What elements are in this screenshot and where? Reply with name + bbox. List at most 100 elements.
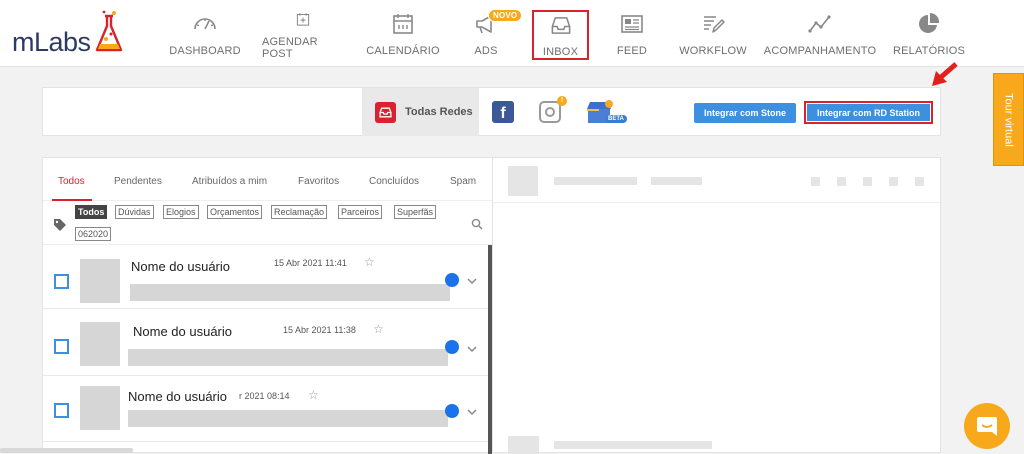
pie-chart-icon xyxy=(919,12,940,33)
skeleton-line xyxy=(554,177,637,185)
tab-favoritos[interactable]: Favoritos xyxy=(298,176,339,187)
user-name: Nome do usuário xyxy=(128,389,227,404)
inbox-tray-icon xyxy=(551,17,570,34)
all-networks-tab[interactable]: Todas Redes xyxy=(362,88,479,136)
tab-concluidos[interactable]: Concluídos xyxy=(369,176,419,187)
star-icon[interactable]: ☆ xyxy=(373,322,384,336)
tab-atribuidos[interactable]: Atribuídos a mim xyxy=(192,176,267,187)
chevron-down-icon[interactable] xyxy=(467,344,477,354)
tag-todos[interactable]: Todos xyxy=(75,205,108,219)
chat-bubble-icon xyxy=(977,417,997,436)
social-networks-bar: Todas Redes f ! BETA Integrar com Stone … xyxy=(42,87,941,136)
tag-filters: Todos Dúvidas Elogios Orçamentos Reclama… xyxy=(53,204,483,244)
select-checkbox[interactable] xyxy=(54,403,69,418)
mlabs-logo[interactable]: mLabs xyxy=(12,10,126,56)
message-date: r 2021 08:14 xyxy=(239,391,290,401)
tour-label: Tour virtual xyxy=(1002,92,1015,147)
star-icon[interactable]: ☆ xyxy=(364,255,375,269)
instagram-alert-badge: ! xyxy=(557,96,567,106)
user-name: Nome do usuário xyxy=(131,259,230,274)
nav-dashboard[interactable]: DASHBOARD xyxy=(169,8,241,60)
tab-pendentes[interactable]: Pendentes xyxy=(114,176,162,187)
tab-todos[interactable]: Todos xyxy=(58,176,85,187)
skeleton-avatar xyxy=(508,436,539,454)
avatar xyxy=(80,322,120,366)
chevron-down-icon[interactable] xyxy=(467,276,477,286)
calendar-plus-icon xyxy=(296,13,310,26)
nav-workflow[interactable]: WORKFLOW xyxy=(679,8,747,60)
nav-label: DASHBOARD xyxy=(169,45,241,57)
unread-dot xyxy=(445,273,459,287)
chevron-down-icon[interactable] xyxy=(467,407,477,417)
nav-calendario[interactable]: CALENDÁRIO xyxy=(366,8,440,60)
nav-agendar-post[interactable]: AGENDAR POST xyxy=(262,8,344,60)
nav-ads[interactable]: NOVO ADS xyxy=(468,8,523,60)
all-networks-label: Todas Redes xyxy=(405,106,473,118)
tag-superfas[interactable]: Superfãs xyxy=(394,205,437,219)
new-badge: NOVO xyxy=(488,9,523,22)
tag-duvidas[interactable]: Dúvidas xyxy=(115,205,154,219)
google-my-business-icon[interactable] xyxy=(585,98,615,128)
tag-icon xyxy=(54,219,66,231)
flask-logo-icon xyxy=(95,10,122,52)
message-preview xyxy=(130,284,450,301)
line-chart-icon xyxy=(808,15,831,33)
active-tab-indicator xyxy=(52,199,92,201)
nav-label: FEED xyxy=(616,45,648,57)
tag-reclamacao[interactable]: Reclamação xyxy=(271,205,328,219)
conversation-list-panel: Todos Pendentes Atribuídos a mim Favorit… xyxy=(42,157,493,454)
skeleton-line xyxy=(651,177,702,185)
inbox-tray-icon xyxy=(375,101,396,123)
conversation-item[interactable]: Nome do usuário 15 Abr 2021 11:38 ☆ xyxy=(43,312,488,376)
conversation-item[interactable]: Nome do usuário 15 Abr 2021 11:41 ☆ xyxy=(43,245,488,309)
top-navigation-bar: mLabs DASHBOARD AGENDAR POST CALENDÁRIO … xyxy=(0,0,1024,67)
nav-label: WORKFLOW xyxy=(679,45,747,57)
tag-elogios[interactable]: Elogios xyxy=(163,205,199,219)
nav-feed[interactable]: FEED xyxy=(614,8,650,60)
star-icon[interactable]: ☆ xyxy=(308,388,319,402)
detail-header xyxy=(493,158,940,203)
inbox-filter-tabs: Todos Pendentes Atribuídos a mim Favorit… xyxy=(43,158,493,201)
tag-orcamentos[interactable]: Orçamentos xyxy=(207,205,263,219)
skeleton-action xyxy=(915,177,924,186)
nav-inbox[interactable]: INBOX xyxy=(532,10,589,60)
conversation-item[interactable]: Nome do usuário r 2021 08:14 ☆ xyxy=(43,378,488,442)
avatar xyxy=(80,386,120,430)
nav-acompanhamento[interactable]: ACOMPANHAMENTO xyxy=(764,8,876,60)
nav-relatorios[interactable]: RELATÓRIOS xyxy=(892,8,966,60)
select-checkbox[interactable] xyxy=(54,274,69,289)
chat-support-button[interactable] xyxy=(964,403,1010,449)
skeleton-action xyxy=(811,177,820,186)
nav-label: INBOX xyxy=(542,46,579,58)
bottom-scroll-strip xyxy=(0,448,133,453)
nav-label: ACOMPANHAMENTO xyxy=(763,45,877,57)
message-date: 15 Abr 2021 11:41 xyxy=(274,258,347,268)
skeleton-action xyxy=(889,177,898,186)
unread-dot xyxy=(445,340,459,354)
integrate-rd-station-button[interactable]: Integrar com RD Station xyxy=(804,101,933,124)
tag-parceiros[interactable]: Parceiros xyxy=(338,205,383,219)
message-preview xyxy=(128,349,448,366)
tag-062020[interactable]: 062020 xyxy=(75,227,112,241)
facebook-icon[interactable]: f xyxy=(492,101,514,123)
tour-virtual-tab[interactable]: Tour virtual xyxy=(993,73,1024,166)
nav-label: AGENDAR POST xyxy=(262,36,318,60)
nav-label: ADS xyxy=(474,45,498,57)
calendar-icon xyxy=(393,14,413,34)
message-preview xyxy=(128,410,448,427)
avatar xyxy=(80,259,120,303)
skeleton-line xyxy=(554,441,712,449)
skeleton-action xyxy=(863,177,872,186)
rd-station-label: Integrar com RD Station xyxy=(807,104,930,121)
integrate-stone-button[interactable]: Integrar com Stone xyxy=(694,103,796,123)
edit-list-icon xyxy=(704,16,725,33)
beta-badge: BETA xyxy=(605,115,627,123)
search-icon[interactable] xyxy=(471,218,483,230)
tab-spam[interactable]: Spam xyxy=(450,176,476,187)
facebook-letter: f xyxy=(500,105,506,122)
select-checkbox[interactable] xyxy=(54,339,69,354)
logo-text: mLabs xyxy=(12,27,91,57)
nav-label: CALENDÁRIO xyxy=(366,45,440,57)
nav-label: RELATÓRIOS xyxy=(892,45,966,57)
skeleton-action xyxy=(837,177,846,186)
